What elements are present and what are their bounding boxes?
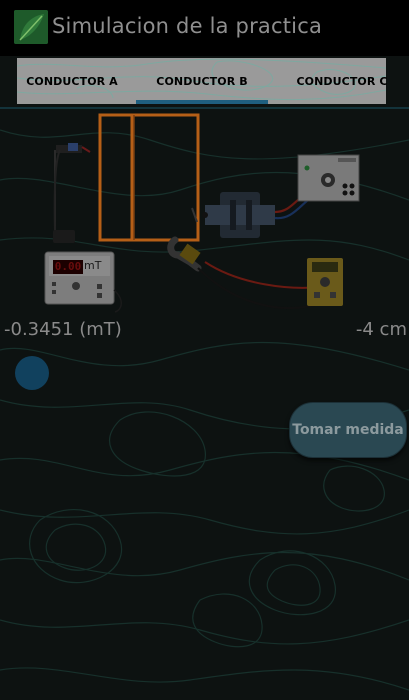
conductor-loop xyxy=(98,113,200,242)
selected-tab-indicator xyxy=(136,100,268,104)
tab-conductor-c[interactable]: CONDUCTOR C xyxy=(287,58,397,104)
power-supply xyxy=(297,154,360,202)
distance-reading: -4 cm xyxy=(355,319,407,340)
tabs-divider xyxy=(0,107,409,109)
power-source xyxy=(53,143,91,243)
coil-transformer xyxy=(191,192,275,238)
gaussmeter-display: 0.00 xyxy=(53,260,83,274)
experiment-scene xyxy=(44,113,360,313)
tab-conductor-b[interactable]: CONDUCTOR B xyxy=(143,58,261,104)
gaussmeter-unit: mT xyxy=(84,259,102,272)
tab-conductor-a[interactable]: CONDUCTOR A xyxy=(17,58,127,104)
field-reading: -0.3451 (mT) xyxy=(4,319,122,340)
circle-icon[interactable] xyxy=(15,356,49,390)
action-bar: Simulacion de la practica xyxy=(0,0,409,56)
conductor-tabs: CONDUCTOR A CONDUCTOR B CONDUCTOR C xyxy=(17,58,387,104)
take-measurement-button[interactable]: Tomar medida xyxy=(289,402,407,458)
hall-probe xyxy=(167,236,202,272)
app-screen: 0.00 mT Simulacion de la practica CONDUC… xyxy=(0,0,409,700)
app-title: Simulacion de la practica xyxy=(52,14,323,38)
leaf-logo-icon xyxy=(14,10,48,44)
multimeter-device xyxy=(307,258,343,306)
